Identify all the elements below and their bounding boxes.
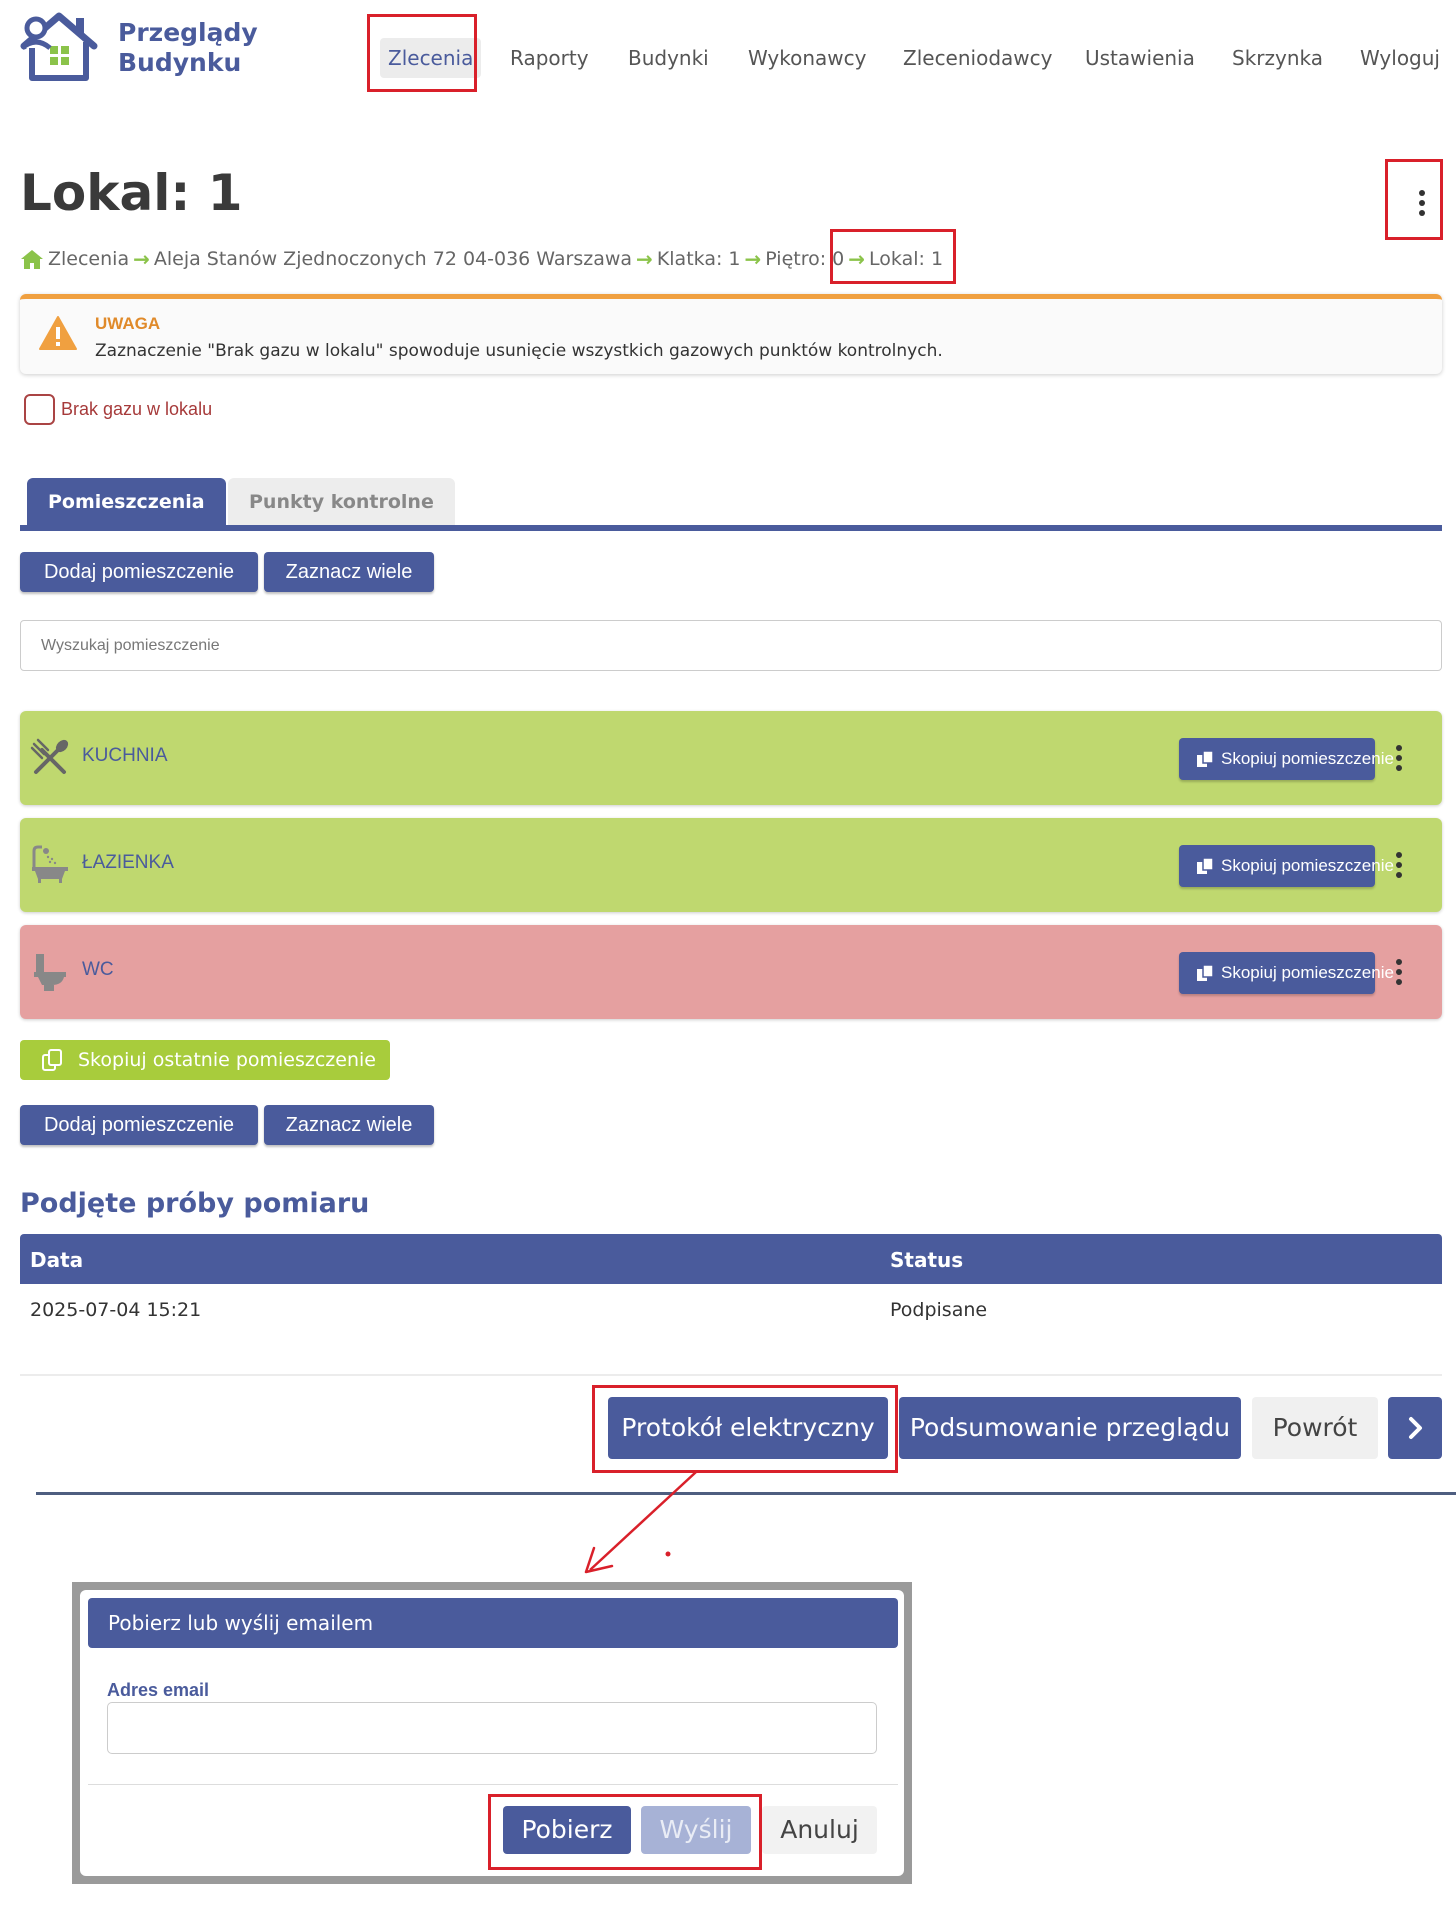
bathtub-icon xyxy=(32,845,68,883)
copy-room-label: Skopiuj pomieszczenie xyxy=(1221,963,1394,982)
room-menu-kebab-icon[interactable] xyxy=(1392,848,1406,882)
page-title: Lokal: 1 xyxy=(20,164,243,222)
room-name: WC xyxy=(82,959,114,980)
nav-ustawienia[interactable]: Ustawienia xyxy=(1085,38,1195,78)
divider xyxy=(88,1784,898,1785)
room-row[interactable]: ŁAZIENKA Skopiuj pomieszczenie xyxy=(20,818,1442,912)
measurements-table-header: Data Status xyxy=(20,1234,1442,1284)
room-row[interactable]: WC Skopiuj pomieszczenie xyxy=(20,925,1442,1019)
home-icon xyxy=(21,250,43,269)
annotation-box-protocol xyxy=(592,1385,898,1473)
no-gas-checkbox-label: Brak gazu w lokalu xyxy=(61,399,213,419)
room-search-input[interactable] xyxy=(20,620,1442,671)
breadcrumb: Zlecenia → Aleja Stanów Zjednoczonych 72… xyxy=(20,246,943,272)
nav-raporty[interactable]: Raporty xyxy=(510,38,589,78)
arrow-right-icon: → xyxy=(636,247,653,271)
add-room-button[interactable]: Dodaj pomieszczenie xyxy=(20,552,258,592)
nav-skrzynka[interactable]: Skrzynka xyxy=(1232,38,1323,78)
copy-icon xyxy=(1197,751,1214,767)
warning-triangle-icon xyxy=(39,316,77,350)
email-field[interactable] xyxy=(107,1702,877,1754)
top-nav: Zlecenia Raporty Budynki Wykonawcy Zlece… xyxy=(0,16,1456,92)
email-label: Adres email xyxy=(107,1680,210,1700)
nav-wykonawcy[interactable]: Wykonawcy xyxy=(748,38,867,78)
breadcrumb-item-klatka[interactable]: Klatka: 1 xyxy=(657,248,741,270)
annotation-box-breadcrumb xyxy=(830,229,956,284)
inspection-summary-button[interactable]: Podsumowanie przeglądu xyxy=(899,1397,1241,1459)
nav-wyloguj[interactable]: Wyloguj xyxy=(1360,38,1440,78)
room-menu-kebab-icon[interactable] xyxy=(1392,741,1406,775)
divider xyxy=(36,1492,1456,1495)
select-many-button-bottom[interactable]: Zaznacz wiele xyxy=(264,1105,434,1145)
copy-room-button[interactable]: Skopiuj pomieszczenie xyxy=(1179,738,1394,780)
utensils-icon xyxy=(30,738,69,774)
cancel-button[interactable]: Anuluj xyxy=(762,1806,877,1854)
room-row[interactable]: KUCHNIA Skopiuj pomieszczenie xyxy=(20,711,1442,805)
copy-icon xyxy=(42,1049,62,1071)
nav-zleceniodawcy[interactable]: Zleceniodawcy xyxy=(903,38,1052,78)
copy-last-room-label: Skopiuj ostatnie pomieszczenie xyxy=(78,1049,376,1071)
room-name: KUCHNIA xyxy=(82,745,168,766)
arrow-right-icon: → xyxy=(744,247,762,271)
chevron-right-icon xyxy=(1409,1417,1422,1439)
measurement-date: 2025-07-04 15:21 xyxy=(30,1299,202,1321)
breadcrumb-item-address[interactable]: Aleja Stanów Zjednoczonych 72 04-036 War… xyxy=(154,248,632,270)
alert-title: UWAGA xyxy=(95,314,161,333)
add-room-button-bottom[interactable]: Dodaj pomieszczenie xyxy=(20,1105,258,1145)
annotation-box-menu xyxy=(1385,159,1443,240)
table-row: 2025-07-04 15:21 Podpisane xyxy=(20,1284,1442,1374)
divider xyxy=(20,1374,1442,1376)
tab-underline xyxy=(20,525,1442,531)
room-menu-kebab-icon[interactable] xyxy=(1392,955,1406,989)
arrow-right-icon: → xyxy=(133,247,150,271)
measurement-status: Podpisane xyxy=(890,1299,988,1321)
column-header-data: Data xyxy=(30,1248,84,1272)
no-gas-checkbox-row[interactable]: Brak gazu w lokalu xyxy=(24,394,212,425)
warning-alert: UWAGA Zaznaczenie "Brak gazu w lokalu" s… xyxy=(20,294,1442,374)
select-many-button[interactable]: Zaznacz wiele xyxy=(264,552,434,592)
room-name: ŁAZIENKA xyxy=(82,852,174,873)
copy-icon xyxy=(1197,858,1214,874)
copy-room-button[interactable]: Skopiuj pomieszczenie xyxy=(1179,952,1394,994)
breadcrumb-item-zlecenia[interactable]: Zlecenia xyxy=(48,248,129,270)
next-button[interactable] xyxy=(1388,1397,1442,1459)
copy-room-button[interactable]: Skopiuj pomieszczenie xyxy=(1179,845,1394,887)
no-gas-checkbox[interactable] xyxy=(24,394,55,425)
copy-room-label: Skopiuj pomieszczenie xyxy=(1221,856,1394,875)
annotation-box-nav xyxy=(367,14,477,92)
nav-budynki[interactable]: Budynki xyxy=(628,38,709,78)
copy-icon xyxy=(1197,965,1214,981)
column-header-status: Status xyxy=(890,1248,964,1272)
back-button[interactable]: Powrót xyxy=(1252,1397,1378,1459)
tab-pomieszczenia[interactable]: Pomieszczenia xyxy=(27,478,226,526)
copy-last-room-button[interactable]: Skopiuj ostatnie pomieszczenie xyxy=(20,1040,390,1080)
modal-title: Pobierz lub wyślij emailem xyxy=(88,1598,898,1648)
toilet-icon xyxy=(34,954,66,991)
alert-text: Zaznaczenie "Brak gazu w lokalu" spowodu… xyxy=(95,341,943,361)
tab-punkty-kontrolne[interactable]: Punkty kontrolne xyxy=(228,478,455,526)
measurements-title: Podjęte próby pomiaru xyxy=(20,1188,370,1219)
copy-room-label: Skopiuj pomieszczenie xyxy=(1221,749,1394,768)
annotation-box-modal-buttons xyxy=(488,1794,762,1870)
